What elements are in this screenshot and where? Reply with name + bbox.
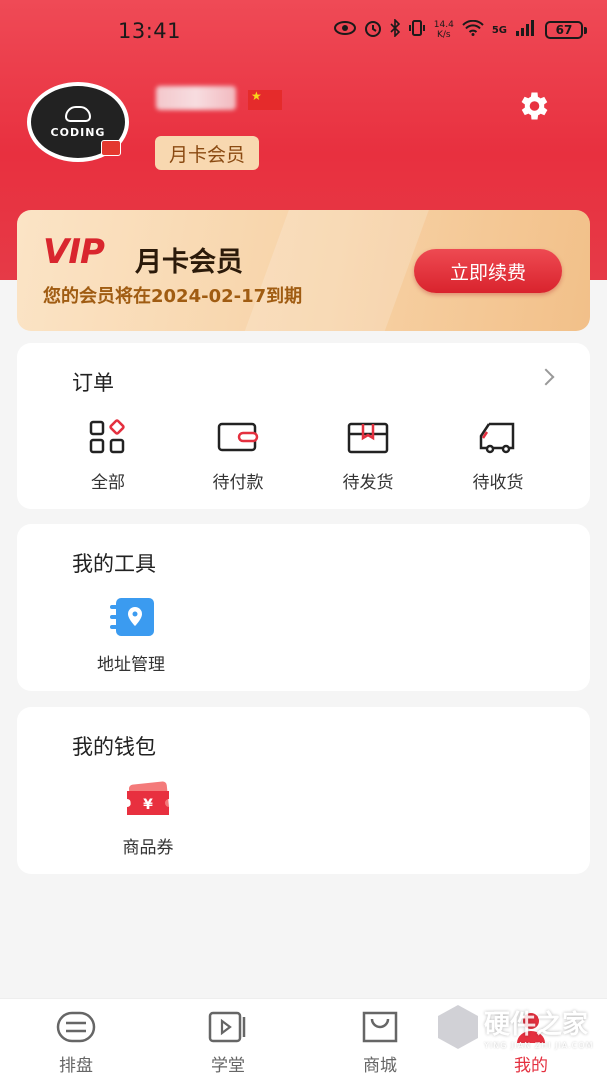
signal-icon: [515, 20, 537, 40]
grid-icon: [89, 419, 125, 454]
wallet-coupons-label: 商品券: [122, 838, 174, 858]
watermark-shield-icon: [438, 1005, 478, 1049]
tab-paipan[interactable]: 排盘: [26, 1009, 126, 1076]
flag-icon: [101, 140, 121, 156]
tab-mall-label: 商城: [363, 1056, 397, 1076]
tab-mall[interactable]: 商城: [330, 1009, 430, 1076]
video-icon: [208, 1011, 246, 1043]
order-all[interactable]: 全部: [53, 418, 163, 493]
order-all-label: 全部: [91, 473, 125, 493]
tab-school[interactable]: 学堂: [178, 1009, 278, 1076]
wifi-icon: [462, 19, 484, 40]
address-book-icon: [110, 598, 154, 636]
tab-school-label: 学堂: [211, 1056, 245, 1076]
tab-mine-label: 我的: [514, 1056, 548, 1076]
order-pending-shipment[interactable]: 待发货: [313, 418, 423, 493]
tool-address-management[interactable]: 地址管理: [66, 596, 196, 675]
tab-paipan-label: 排盘: [59, 1056, 93, 1076]
net-speed-unit: K/s: [436, 30, 451, 40]
status-icons: 14.4 K/s 5G 67: [333, 18, 587, 41]
wallet-card: 我的钱包 ¥ 商品券: [17, 707, 590, 874]
tools-card: 我的工具 地址管理: [17, 524, 590, 691]
status-time: 13:41: [118, 19, 182, 43]
net-speed: 14.4 K/s: [434, 20, 454, 40]
username-redacted: [156, 86, 236, 110]
watermark-text: 硬件之家: [484, 1010, 589, 1040]
status-bar: 13:41 14.4 K/s 5G 67: [0, 0, 607, 62]
vip-expire-text: 您的会员将在2024-02-17到期: [43, 286, 303, 307]
avatar[interactable]: CODING: [27, 82, 129, 162]
truck-icon: [479, 422, 515, 454]
member-badge[interactable]: 月卡会员: [155, 136, 260, 170]
order-pending-payment[interactable]: 待付款: [183, 418, 293, 493]
orders-title[interactable]: 订单: [72, 367, 114, 397]
chart-icon: [56, 1011, 96, 1043]
tool-address-management-label: 地址管理: [97, 655, 165, 675]
order-pending-receipt[interactable]: 待收货: [443, 418, 553, 493]
tools-title: 我的工具: [72, 552, 156, 576]
china-flag-icon: [248, 89, 282, 110]
monkey-logo-icon: [65, 105, 91, 122]
vip-logo: VIP: [43, 232, 105, 272]
watermark-sub: YING JIAN ZHI JIA.COM: [484, 1041, 594, 1050]
eye-icon: [333, 20, 356, 40]
wallet-coupons[interactable]: ¥ 商品券: [83, 779, 213, 858]
orders-card: 订单 全部 待付款 待发货 待收货: [17, 343, 590, 509]
vip-card-decoration: [237, 210, 437, 331]
coupon-icon: ¥: [127, 781, 170, 815]
wallet-title: 我的钱包: [72, 735, 156, 759]
gear-icon[interactable]: [515, 88, 551, 124]
vip-title: 月卡会员: [135, 247, 243, 278]
net-speed-value: 14.4: [433, 20, 454, 30]
watermark: 硬件之家 YING JIAN ZHI JIA.COM: [438, 1004, 593, 1050]
order-pending-shipment-label: 待发货: [342, 473, 394, 493]
vip-card[interactable]: VIP 月卡会员 您的会员将在2024-02-17到期 立即续费: [17, 210, 590, 331]
avatar-logo-text: CODING: [50, 125, 106, 139]
package-icon: [347, 422, 389, 454]
svg-text:¥: ¥: [143, 797, 153, 813]
network-type: 5G: [491, 24, 507, 36]
bluetooth-icon: [390, 18, 400, 41]
vibrate-icon: [408, 19, 426, 41]
alarm-icon: [364, 19, 382, 41]
chevron-right-icon[interactable]: [537, 368, 555, 386]
order-pending-payment-label: 待付款: [212, 473, 264, 493]
shopping-bag-icon: [362, 1011, 398, 1043]
wallet-icon: [217, 422, 259, 452]
order-pending-receipt-label: 待收货: [472, 473, 524, 493]
renew-button[interactable]: 立即续费: [414, 249, 562, 293]
battery-indicator: 67: [545, 21, 587, 39]
